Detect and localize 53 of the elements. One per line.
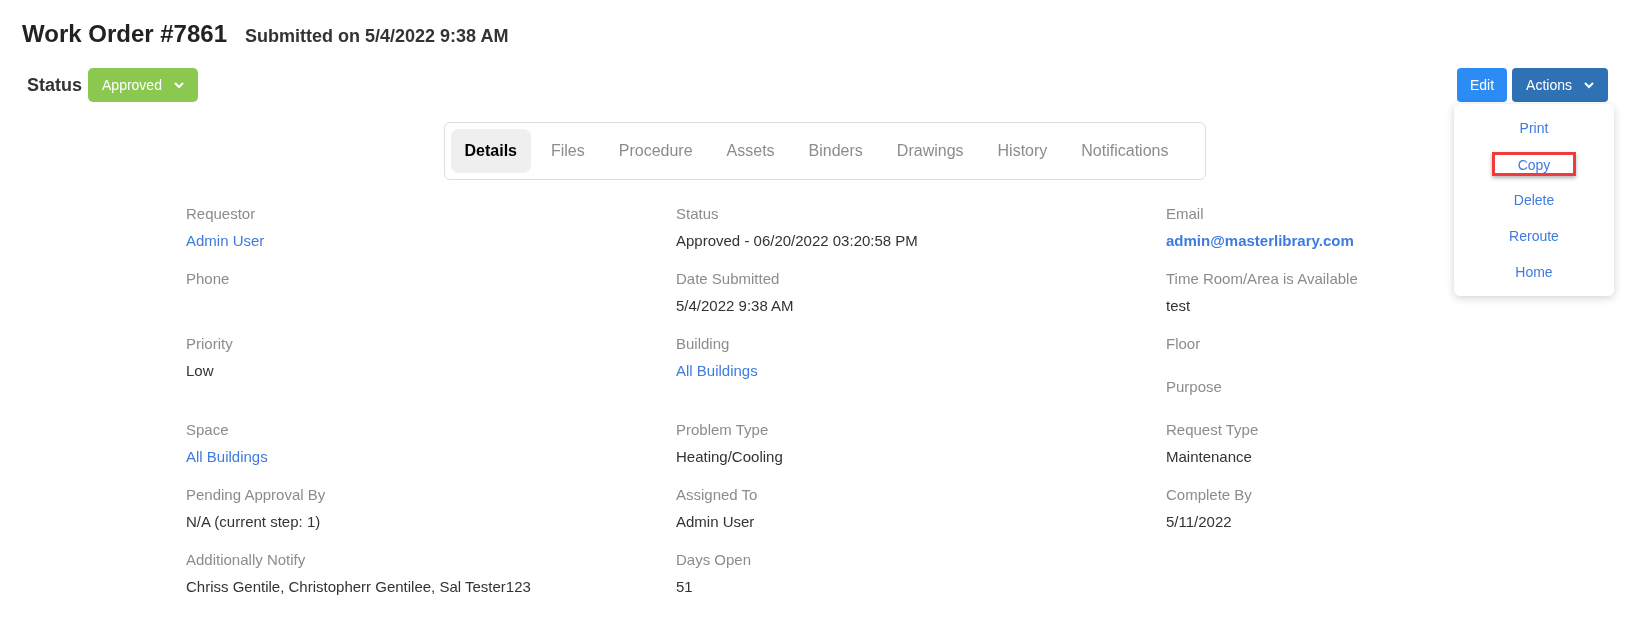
field-value: Maintenance: [1166, 447, 1252, 467]
field-label: Status: [676, 204, 719, 224]
field-label: Building: [676, 334, 730, 354]
field-value: Heating/Cooling: [676, 447, 783, 467]
field-label: Problem Type: [676, 420, 769, 440]
field-label: Purpose: [1166, 377, 1222, 397]
field-label: Email: [1166, 204, 1204, 224]
menu-item[interactable]: Print: [1515, 116, 1553, 140]
field-label: Assigned To: [676, 485, 758, 505]
tab[interactable]: Details: [450, 129, 531, 173]
field-label: Priority: [186, 334, 233, 354]
field-label: Complete By: [1166, 485, 1252, 505]
tab[interactable]: Files: [536, 129, 599, 173]
tab[interactable]: Binders: [794, 129, 877, 173]
field-link[interactable]: Admin User: [186, 231, 265, 251]
field-link[interactable]: admin@masterlibrary.com: [1166, 231, 1354, 251]
chevron-down-icon: [1584, 81, 1594, 89]
menu-item[interactable]: Reroute: [1505, 224, 1563, 248]
field-value: Chriss Gentile, Christopherr Gentilee, Sal Tester123: [186, 577, 531, 597]
field-label: Request Type: [1166, 420, 1259, 440]
field-value: 5/11/2022: [1166, 512, 1232, 532]
field-label: Floor: [1166, 334, 1201, 354]
field-value: 51: [676, 577, 693, 597]
field-label: Space: [186, 420, 229, 440]
tab[interactable]: History: [983, 129, 1062, 173]
field-label: Additionally Notify: [186, 550, 306, 570]
menu-item[interactable]: Copy: [1492, 152, 1576, 176]
tab[interactable]: Drawings: [882, 129, 978, 173]
field-label: Pending Approval By: [186, 485, 326, 505]
field-label: Days Open: [676, 550, 752, 570]
field-label: Requestor: [186, 204, 256, 224]
menu-item[interactable]: Home: [1511, 260, 1557, 284]
tab[interactable]: Procedure: [604, 129, 707, 173]
edit-button[interactable]: Edit: [1456, 68, 1508, 102]
field-value: 5/4/2022 9:38 AM: [676, 296, 794, 316]
menu-item[interactable]: Delete: [1509, 188, 1559, 212]
field-label: Time Room/Area is Available: [1166, 269, 1358, 289]
field-value: test: [1166, 296, 1191, 316]
actions-button[interactable]: Actions: [1512, 68, 1608, 102]
field-link[interactable]: All Buildings: [676, 361, 758, 381]
chevron-down-icon: [173, 81, 184, 89]
field-value: Admin User: [676, 512, 755, 532]
field-value: Approved - 06/20/2022 03:20:58 PM: [676, 231, 918, 251]
field-link[interactable]: All Buildings: [186, 447, 268, 467]
field-value: N/A (current step: 1): [186, 512, 321, 532]
field-label: Phone: [186, 269, 230, 289]
status-label: Status: [27, 73, 82, 97]
tab[interactable]: Assets: [712, 129, 789, 173]
page-title: Work Order #7861: [22, 19, 227, 49]
field-value: Low: [186, 361, 214, 381]
field-label: Date Submitted: [676, 269, 780, 289]
submitted-date: Submitted on 5/4/2022 9:38 AM: [245, 25, 509, 48]
tab[interactable]: Notifications: [1067, 129, 1183, 173]
